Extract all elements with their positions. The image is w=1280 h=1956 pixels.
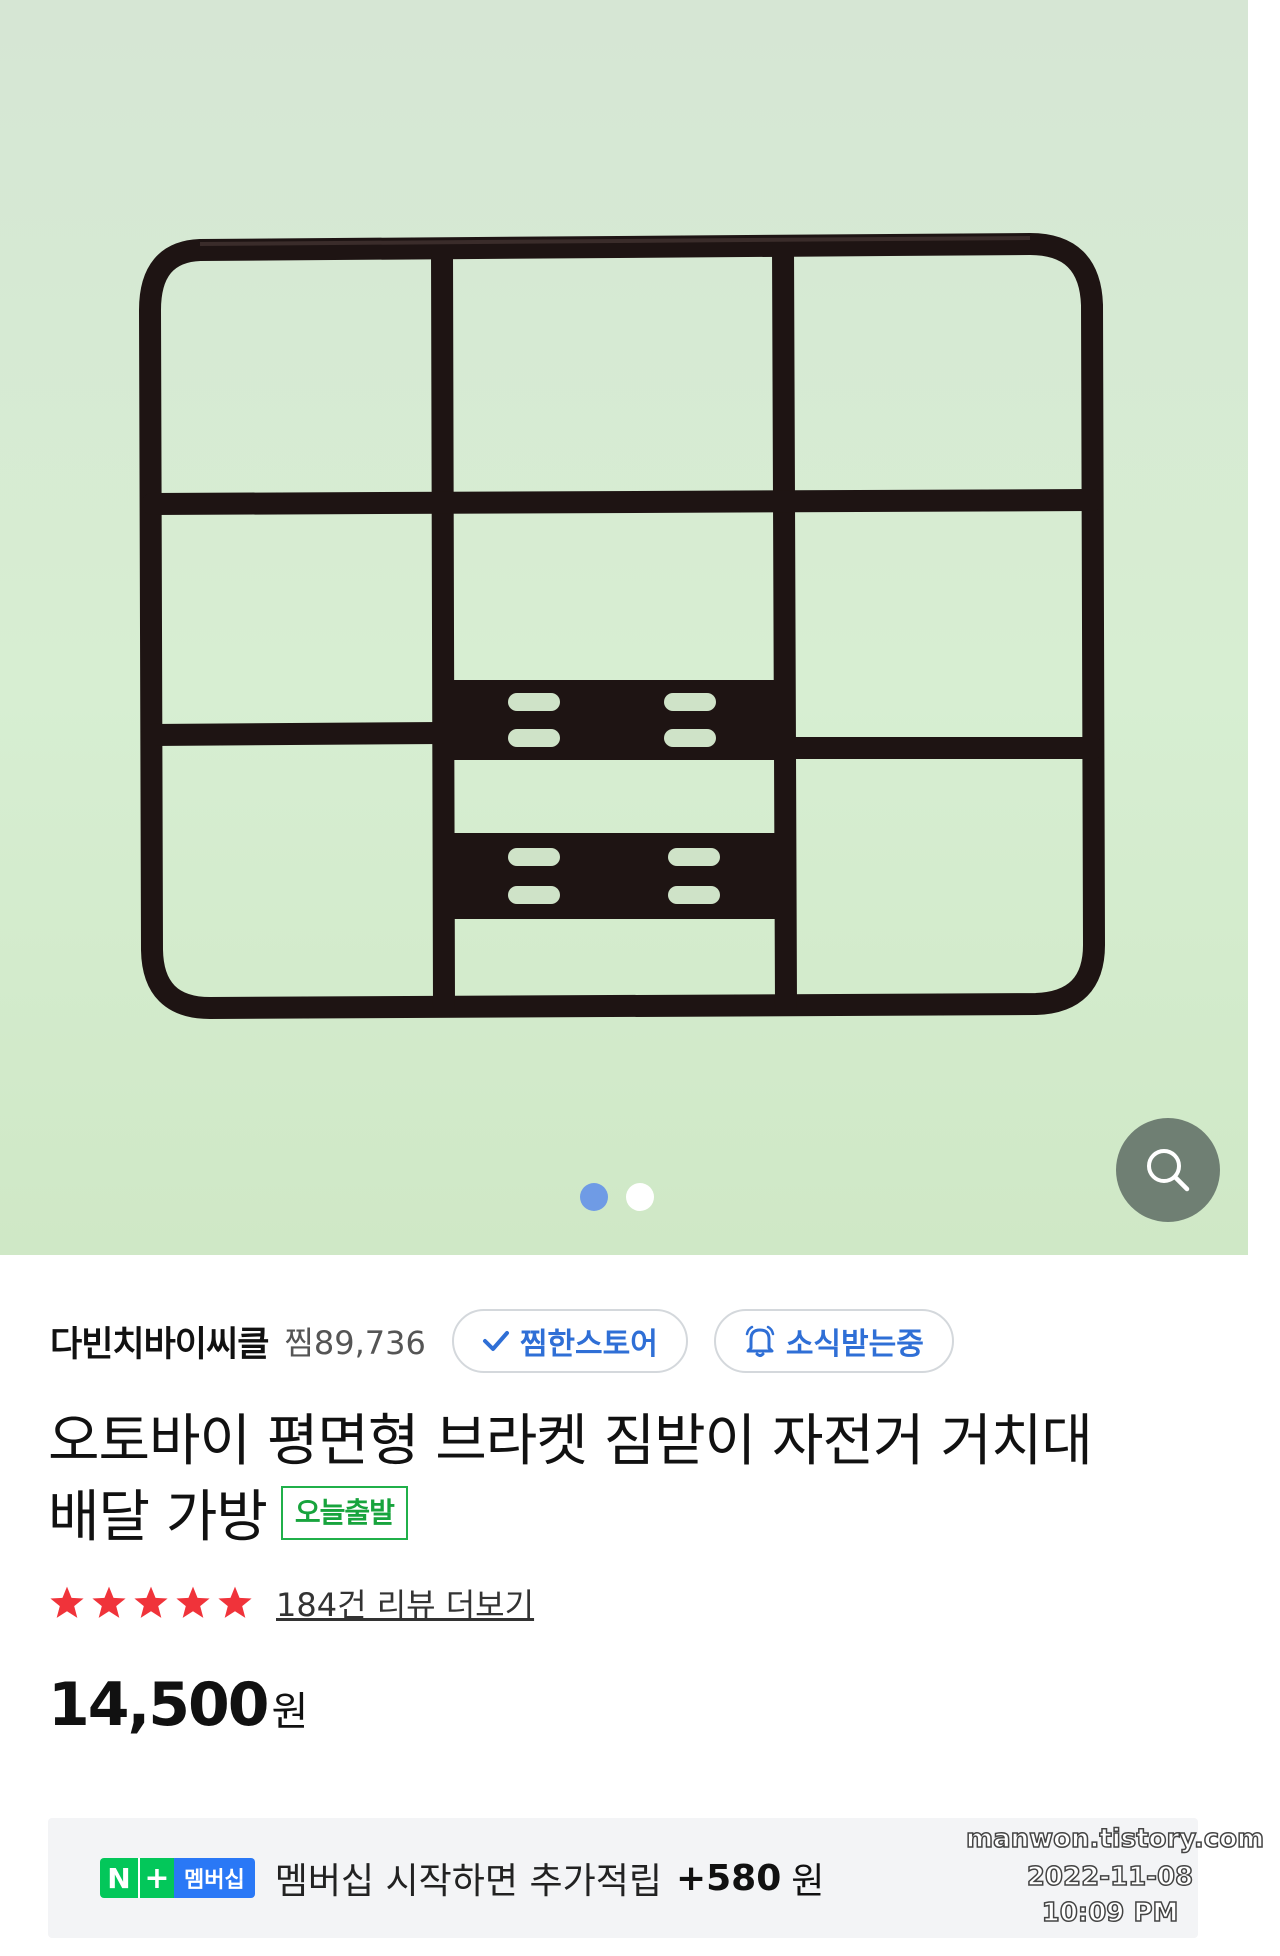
edge-strip bbox=[1248, 0, 1280, 1956]
product-title-line2: 배달 가방 bbox=[48, 1485, 268, 1550]
membership-points-unit: 원 bbox=[791, 1861, 825, 1902]
favorite-store-button[interactable]: 찜한스토어 bbox=[451, 1309, 688, 1373]
product-title-line2-wrap: 배달 가방 오늘출발 bbox=[48, 1480, 1228, 1556]
star-icon bbox=[134, 1586, 168, 1618]
star-icon bbox=[218, 1586, 252, 1618]
price: 14,500 원 bbox=[48, 1670, 308, 1740]
watermark-date: 2022-11-08 bbox=[1026, 1861, 1194, 1893]
watermark-site: manwon.tistory.com bbox=[965, 1823, 1265, 1855]
price-amount: 14,500 bbox=[48, 1670, 270, 1740]
naver-plus-membership-logo: N + 멤버십 bbox=[100, 1858, 255, 1898]
pagination-dot[interactable] bbox=[626, 1183, 654, 1211]
notification-button[interactable]: 소식받는중 bbox=[713, 1309, 954, 1373]
watermark-time: 10:09 PM bbox=[1041, 1897, 1179, 1929]
same-day-shipping-badge: 오늘출발 bbox=[280, 1485, 408, 1540]
zoom-button[interactable] bbox=[1116, 1118, 1220, 1222]
price-unit: 원 bbox=[271, 1689, 309, 1735]
favorite-store-label: 찜한스토어 bbox=[519, 1327, 658, 1362]
product-image-gallery[interactable] bbox=[0, 0, 1248, 1255]
product-title: 오토바이 평면형 브라켓 짐받이 자전거 거치대 배달 가방 오늘출발 bbox=[48, 1404, 1228, 1556]
product-image bbox=[139, 233, 1105, 1019]
bell-icon bbox=[744, 1324, 776, 1358]
notification-label: 소식받는중 bbox=[785, 1327, 924, 1362]
naver-n-logo: N bbox=[100, 1858, 138, 1898]
rating-row: 184건 리뷰 더보기 bbox=[48, 1580, 534, 1626]
review-link[interactable]: 184건 리뷰 더보기 bbox=[276, 1580, 534, 1626]
gallery-pagination bbox=[580, 1183, 654, 1211]
membership-text: 멤버십 시작하면 추가적립 bbox=[274, 1861, 662, 1902]
store-favorite-count: 찜89,736 bbox=[284, 1324, 426, 1362]
star-icon bbox=[176, 1586, 210, 1618]
star-icon bbox=[50, 1586, 84, 1618]
membership-tag: 멤버십 bbox=[174, 1858, 255, 1898]
membership-points: +580 bbox=[675, 1857, 782, 1899]
seller-row: 다빈치바이씨클 찜89,736 찜한스토어 소식받는중 bbox=[50, 1308, 954, 1374]
check-icon bbox=[482, 1329, 510, 1353]
pagination-dot-active[interactable] bbox=[580, 1183, 608, 1211]
star-rating bbox=[48, 1585, 254, 1621]
store-name[interactable]: 다빈치바이씨클 bbox=[50, 1316, 269, 1367]
star-icon bbox=[92, 1586, 126, 1618]
product-title-line1: 오토바이 평면형 브라켓 짐받이 자전거 거치대 bbox=[48, 1409, 1093, 1474]
search-icon bbox=[1147, 1149, 1190, 1192]
plus-icon: + bbox=[138, 1858, 174, 1898]
